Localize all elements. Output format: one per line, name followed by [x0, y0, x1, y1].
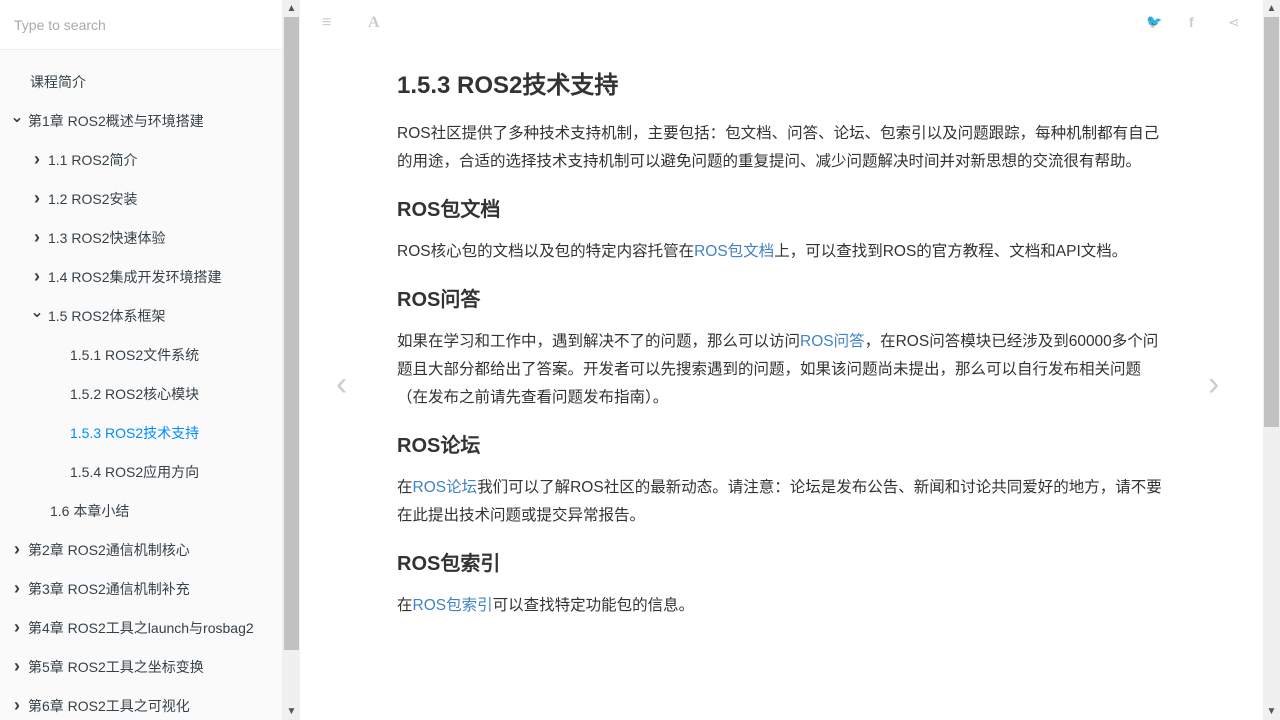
next-page-icon[interactable]: ›	[1208, 365, 1219, 404]
text: 上，可以查找到ROS的官方教程、文档和API文档。	[774, 243, 1128, 260]
sidebar-item-label: 第6章 ROS2工具之可视化	[28, 697, 190, 714]
scroll-down-icon[interactable]: ▼	[283, 703, 300, 720]
sidebar-item[interactable]: › 1.3 ROS2快速体验	[0, 218, 282, 257]
chevron-right-icon[interactable]: ›	[10, 695, 24, 716]
page-title: 1.5.3 ROS2技术支持	[397, 72, 619, 99]
section-paragraph: 在ROS论坛我们可以了解ROS社区的最新动态。请注意：论坛是发布公告、新闻和讨论…	[397, 474, 1167, 530]
prev-page-icon[interactable]: ‹	[336, 365, 347, 404]
sidebar-item-label: 1.1 ROS2简介	[48, 151, 138, 168]
sidebar-item[interactable]: 1.5.3 ROS2技术支持	[0, 413, 282, 452]
sidebar-item[interactable]: › 1.4 ROS2集成开发环境搭建	[0, 257, 282, 296]
sidebar-scrollbar[interactable]: ▲ ▼	[283, 0, 300, 720]
share-icon[interactable]: ⋖	[1228, 14, 1240, 31]
section-heading: ROS论坛	[397, 435, 481, 457]
text: 在	[397, 479, 413, 496]
article: 1.5.3 ROS2技术支持 ROS社区提供了多种技术支持机制，主要包括：包文档…	[397, 72, 1167, 628]
section-heading: ROS问答	[397, 289, 481, 311]
main-scrollbar[interactable]: ▲ ▼	[1263, 0, 1280, 720]
ros-index-link[interactable]: ROS包索引	[413, 597, 493, 614]
chevron-down-icon[interactable]: ⌄	[30, 302, 44, 322]
sidebar-item-label: 1.6 本章小结	[50, 502, 130, 519]
sidebar-item[interactable]: › 1.1 ROS2简介	[0, 140, 282, 179]
sidebar-item-label: 1.2 ROS2安装	[48, 190, 138, 207]
text: 我们可以了解ROS社区的最新动态。请注意：论坛是发布公告、新闻和讨论共同爱好的地…	[397, 479, 1162, 524]
sidebar-item[interactable]: › 第6章 ROS2工具之可视化	[0, 686, 282, 720]
section-paragraph: 在ROS包索引可以查找特定功能包的信息。	[397, 592, 1167, 620]
sidebar-item[interactable]: 1.5.2 ROS2核心模块	[0, 374, 282, 413]
chevron-right-icon[interactable]: ›	[30, 227, 44, 248]
sidebar: Type to search 课程简介 ⌄ 第1章 ROS2概述与环境搭建 › 1.1 …	[0, 0, 283, 720]
ros-answers-link[interactable]: ROS问答	[800, 333, 865, 350]
font-settings-icon[interactable]: A	[368, 14, 380, 32]
chevron-right-icon[interactable]: ›	[10, 617, 24, 638]
chevron-right-icon[interactable]: ›	[30, 188, 44, 209]
twitter-icon[interactable]: 🐦	[1146, 14, 1162, 30]
scroll-down-icon[interactable]: ▼	[1263, 703, 1280, 720]
search-input[interactable]: Type to search	[0, 0, 282, 50]
sidebar-item-label: 第4章 ROS2工具之launch与rosbag2	[28, 619, 254, 636]
sidebar-item[interactable]: ⌄ 第1章 ROS2概述与环境搭建	[0, 101, 282, 140]
ros-discourse-link[interactable]: ROS论坛	[413, 479, 478, 496]
sidebar-item-label: 第1章 ROS2概述与环境搭建	[28, 112, 204, 129]
scrollbar-thumb[interactable]	[1264, 17, 1279, 427]
sidebar-item-label: 第3章 ROS2通信机制补充	[28, 580, 190, 597]
sidebar-item-label: 课程简介	[30, 73, 86, 90]
sidebar-item-label: 1.5.1 ROS2文件系统	[70, 346, 200, 363]
chevron-right-icon[interactable]: ›	[10, 539, 24, 560]
sidebar-item[interactable]: 1.5.4 ROS2应用方向	[0, 452, 282, 491]
sidebar-item-label: 第5章 ROS2工具之坐标变换	[28, 658, 204, 675]
chevron-down-icon[interactable]: ⌄	[10, 107, 24, 127]
chevron-right-icon[interactable]: ›	[30, 149, 44, 170]
intro-paragraph: ROS社区提供了多种技术支持机制，主要包括：包文档、问答、论坛、包索引以及问题跟…	[397, 125, 1160, 170]
sidebar-item-label: 第2章 ROS2通信机制核心	[28, 541, 190, 558]
text: 可以查找特定功能包的信息。	[492, 597, 695, 614]
text: ROS核心包的文档以及包的特定内容托管在	[397, 243, 695, 260]
section-heading: ROS包文档	[397, 199, 501, 221]
sidebar-item[interactable]: 课程简介	[0, 62, 282, 101]
chevron-right-icon[interactable]: ›	[10, 656, 24, 677]
section-heading: ROS包索引	[397, 553, 501, 575]
sidebar-item-label: 1.5.3 ROS2技术支持	[70, 424, 200, 441]
sidebar-item-label: 1.3 ROS2快速体验	[48, 229, 166, 246]
sidebar-nav: 课程简介 ⌄ 第1章 ROS2概述与环境搭建 › 1.1 ROS2简介 › 1.2 ROS2…	[0, 50, 282, 720]
chevron-right-icon[interactable]: ›	[10, 578, 24, 599]
text: 如果在学习和工作中，遇到解决不了的问题，那么可以访问	[397, 333, 801, 350]
ros-docs-link[interactable]: ROS包文档	[694, 243, 774, 260]
sidebar-item[interactable]: › 第3章 ROS2通信机制补充	[0, 569, 282, 608]
sidebar-item-label: 1.5 ROS2体系框架	[48, 307, 166, 324]
sidebar-item[interactable]: 1.6 本章小结	[0, 491, 282, 530]
sidebar-item[interactable]: › 第5章 ROS2工具之坐标变换	[0, 647, 282, 686]
sidebar-item[interactable]: › 第4章 ROS2工具之launch与rosbag2	[0, 608, 282, 647]
sidebar-item-label: 1.5.4 ROS2应用方向	[70, 463, 200, 480]
main-content: ≡ A 🐦 f ⋖ ‹ › 1.5.3 ROS2技术支持 ROS社区提供了多种技…	[300, 0, 1263, 720]
sidebar-item[interactable]: ⌄ 1.5 ROS2体系框架	[0, 296, 282, 335]
section-paragraph: ROS核心包的文档以及包的特定内容托管在ROS包文档上，可以查找到ROS的官方教…	[397, 238, 1167, 266]
text: 在	[397, 597, 413, 614]
sidebar-item-label: 1.5.2 ROS2核心模块	[70, 385, 200, 402]
section-paragraph: 如果在学习和工作中，遇到解决不了的问题，那么可以访问ROS问答，在ROS问答模块…	[397, 328, 1167, 412]
scroll-up-icon[interactable]: ▲	[283, 0, 300, 17]
scrollbar-thumb[interactable]	[284, 17, 299, 650]
sidebar-item[interactable]: 1.5.1 ROS2文件系统	[0, 335, 282, 374]
sidebar-item[interactable]: › 1.2 ROS2安装	[0, 179, 282, 218]
toggle-sidebar-icon[interactable]: ≡	[322, 14, 331, 32]
chevron-right-icon[interactable]: ›	[30, 266, 44, 287]
sidebar-item-label: 1.4 ROS2集成开发环境搭建	[48, 268, 222, 285]
sidebar-item[interactable]: › 第2章 ROS2通信机制核心	[0, 530, 282, 569]
facebook-icon[interactable]: f	[1189, 14, 1194, 30]
scroll-up-icon[interactable]: ▲	[1263, 0, 1280, 17]
